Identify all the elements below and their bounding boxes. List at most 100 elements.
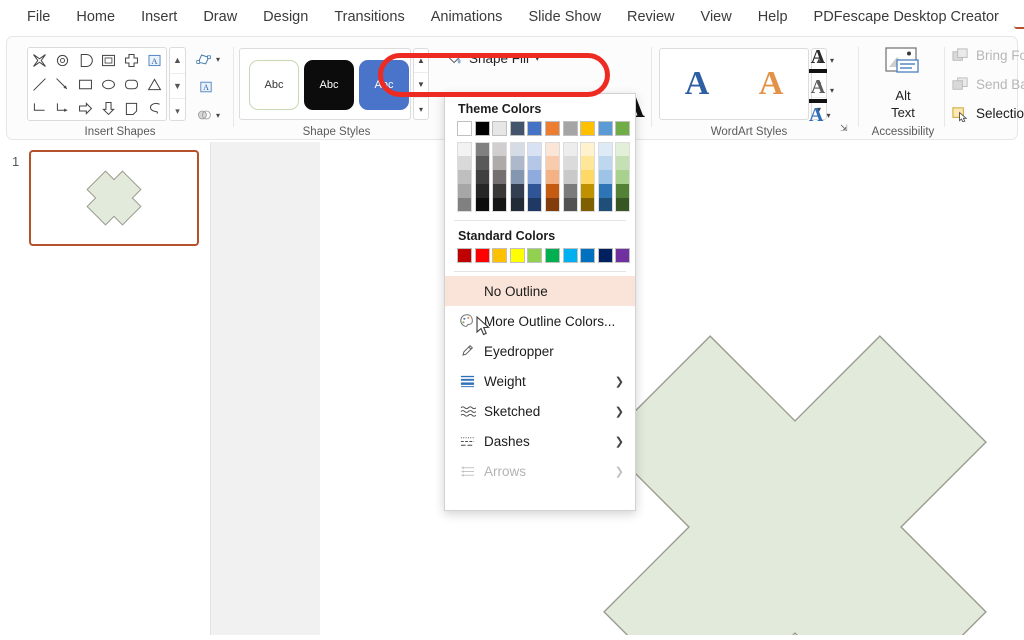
theme-color-orange[interactable] [544, 121, 560, 136]
shape-halfround-icon[interactable] [74, 48, 97, 72]
variant-column-blue[interactable] [527, 142, 543, 212]
theme-color-black[interactable] [474, 121, 490, 136]
text-fill-button[interactable]: A ▾ [809, 47, 834, 73]
tab-design[interactable]: Design [252, 5, 319, 29]
wordart-gallery[interactable]: A A [659, 48, 809, 120]
styles-expand-icon[interactable]: ▾ [414, 96, 428, 121]
tab-home[interactable]: Home [65, 5, 126, 29]
standard-color-red[interactable] [474, 248, 490, 263]
edit-shape-button[interactable]: ▾ [195, 51, 220, 67]
wordart-dialog-launcher-icon[interactable]: ⇲ [840, 123, 848, 134]
shape-fill-caret-icon[interactable]: ▾ [535, 53, 540, 64]
menu-item-more-outline-colors[interactable]: More Outline Colors... [445, 306, 635, 336]
menu-item-no-outline[interactable]: No Outline [445, 276, 635, 306]
variant-column-white[interactable] [457, 142, 472, 212]
shape-folded-corner-icon[interactable] [120, 96, 143, 120]
shape-frame-icon[interactable] [97, 48, 120, 72]
tab-draw[interactable]: Draw [192, 5, 248, 29]
standard-color-light-blue[interactable] [562, 248, 578, 263]
text-effects-button[interactable]: A ▾ [809, 105, 830, 126]
shape-scribble-icon[interactable] [143, 96, 166, 120]
shape-down-arrow-icon[interactable] [97, 96, 120, 120]
menu-item-weight[interactable]: Weight ❯ [445, 366, 635, 396]
gallery-expand-icon[interactable]: ▾ [170, 98, 185, 124]
variant-column-light-blue[interactable] [597, 142, 613, 212]
standard-color-orange[interactable] [492, 248, 508, 263]
edit-shape-caret-icon[interactable]: ▾ [216, 55, 220, 64]
dashes-submenu-chevron-icon[interactable]: ❯ [615, 435, 624, 448]
tab-transitions[interactable]: Transitions [323, 5, 415, 29]
theme-color-light-gray[interactable] [492, 121, 508, 136]
alt-text-button[interactable]: Alt Text [869, 45, 937, 120]
styles-scroll-down-icon[interactable]: ▼ [414, 72, 428, 96]
sketched-submenu-chevron-icon[interactable]: ❯ [615, 405, 624, 418]
menu-item-eyedropper[interactable]: Eyedropper [445, 336, 635, 366]
wordart-thumb-blue[interactable]: A [660, 65, 734, 103]
gallery-scroll-up-icon[interactable]: ▲ [170, 48, 185, 73]
theme-color-gold[interactable] [580, 121, 596, 136]
shape-rectangle-icon[interactable] [74, 72, 97, 96]
theme-color-light-blue[interactable] [597, 121, 613, 136]
tab-animations[interactable]: Animations [420, 5, 514, 29]
shape-triangle-icon[interactable] [143, 72, 166, 96]
tab-slide-show[interactable]: Slide Show [517, 5, 612, 29]
variant-column-light-gray[interactable] [492, 142, 508, 212]
weight-submenu-chevron-icon[interactable]: ❯ [615, 375, 624, 388]
shape-gallery-scroll[interactable]: ▲ ▼ ▾ [169, 47, 186, 121]
slide-thumbnail-1[interactable] [29, 150, 199, 246]
shape-right-arrow-icon[interactable] [74, 96, 97, 120]
theme-color-green[interactable] [615, 121, 631, 136]
shape-style-thumb-light[interactable]: Abc [249, 60, 299, 110]
standard-color-yellow[interactable] [509, 248, 525, 263]
shape-outline-dropdown-menu[interactable]: Theme Colors Standard Colors No Outline … [444, 93, 636, 511]
standard-color-dark-blue[interactable] [597, 248, 613, 263]
variant-column-orange[interactable] [544, 142, 560, 212]
theme-color-blue[interactable] [527, 121, 543, 136]
shape-line-icon[interactable] [28, 72, 51, 96]
tab-view[interactable]: View [690, 5, 743, 29]
tab-help[interactable]: Help [747, 5, 799, 29]
slide-surface[interactable] [320, 142, 1024, 640]
shape-gallery[interactable]: A [27, 47, 167, 121]
shape-cross-icon[interactable] [28, 48, 51, 72]
shape-style-thumb-black[interactable]: Abc [304, 60, 354, 110]
text-fill-caret-icon[interactable]: ▾ [830, 56, 834, 65]
text-effects-caret-icon[interactable]: ▾ [826, 111, 830, 120]
tab-file[interactable]: File [16, 5, 61, 29]
shape-styles-gallery[interactable]: Abc Abc Abc [239, 48, 411, 120]
shape-line-arrow-icon[interactable] [51, 72, 74, 96]
merge-shapes-caret-icon[interactable]: ▾ [216, 111, 220, 120]
theme-color-gray[interactable] [562, 121, 578, 136]
shape-style-thumb-blue[interactable]: Abc [359, 60, 409, 110]
theme-color-variants[interactable] [445, 136, 635, 212]
standard-color-blue[interactable] [580, 248, 596, 263]
shape-rounded-rectangle-icon[interactable] [120, 72, 143, 96]
menu-item-sketched[interactable]: Sketched ❯ [445, 396, 635, 426]
tab-shape-format[interactable]: Shape [1013, 5, 1024, 29]
styles-scroll-up-icon[interactable]: ▲ [414, 49, 428, 72]
theme-color-white[interactable] [457, 121, 472, 136]
wordart-thumb-orange[interactable]: A [734, 65, 808, 103]
standard-colors-row[interactable] [445, 248, 635, 263]
variant-column-black[interactable] [474, 142, 490, 212]
shape-plus-icon[interactable] [120, 48, 143, 72]
theme-color-dark-blue-gray[interactable] [509, 121, 525, 136]
variant-column-green[interactable] [615, 142, 631, 212]
shape-fill-button[interactable]: Shape Fill ▾ [441, 48, 545, 68]
variant-column-gold[interactable] [580, 142, 596, 212]
shape-elbow-connector-icon[interactable] [28, 96, 51, 120]
standard-color-dark-red[interactable] [457, 248, 472, 263]
slide-thumbnail-pane[interactable]: 1 [0, 142, 211, 635]
theme-colors-row[interactable] [445, 121, 635, 136]
standard-color-light-green[interactable] [527, 248, 543, 263]
selection-pane-button[interactable]: Selection Pane [951, 105, 1024, 123]
tab-pdfescape-desktop-creator[interactable]: PDFescape Desktop Creator [803, 5, 1010, 29]
tab-insert[interactable]: Insert [130, 5, 188, 29]
text-outline-button[interactable]: A ▾ [809, 77, 834, 103]
shape-gear-icon[interactable] [51, 48, 74, 72]
standard-color-green[interactable] [544, 248, 560, 263]
standard-color-purple[interactable] [615, 248, 631, 263]
variant-column-dark-blue-gray[interactable] [509, 142, 525, 212]
slide-cross-shape[interactable] [320, 142, 1024, 640]
shape-textbox-icon[interactable]: A [143, 48, 166, 72]
